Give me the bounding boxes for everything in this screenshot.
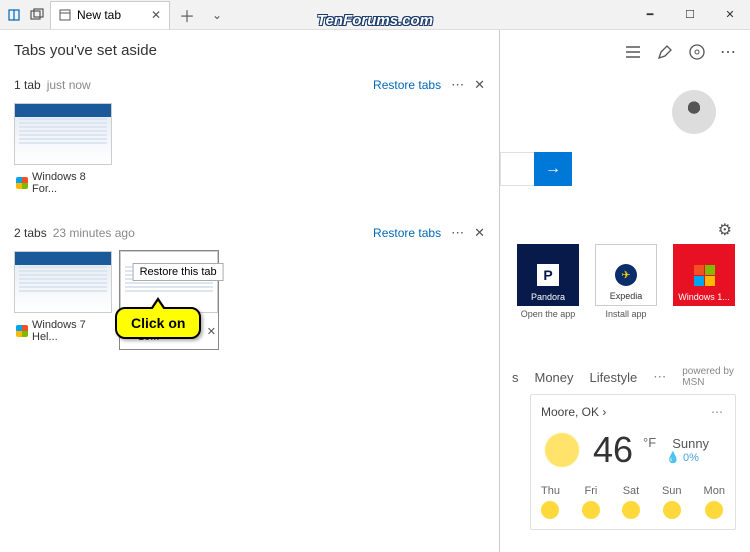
sun-icon	[663, 501, 681, 519]
gear-icon[interactable]: ⚙	[718, 220, 732, 240]
tile-windows10[interactable]: Windows 1...	[670, 244, 738, 319]
favicon-icon	[16, 177, 28, 189]
thumbnail-title: Windows 8 For...	[32, 171, 110, 195]
show-aside-tabs-icon[interactable]	[28, 6, 46, 24]
tile-label: Pandora	[531, 292, 565, 302]
window-maximize-button[interactable]: ☐	[670, 0, 710, 30]
group-time: just now	[47, 78, 91, 92]
forecast-day: Fri	[582, 485, 600, 519]
aside-panel-title: Tabs you've set aside	[14, 42, 485, 59]
tab-title: New tab	[77, 8, 121, 22]
new-tab-button[interactable]: ＋	[174, 2, 200, 28]
expedia-icon	[615, 264, 637, 286]
pandora-icon: P	[537, 264, 559, 286]
restore-tabs-link[interactable]: Restore tabs	[373, 226, 441, 240]
sun-icon	[705, 501, 723, 519]
thumbnail-title: Windows 7 Hel...	[32, 319, 110, 343]
weather-unit: °F	[643, 435, 656, 450]
sun-icon	[622, 501, 640, 519]
reading-list-icon[interactable]	[624, 43, 642, 61]
weather-card[interactable]: Moore, OK › ⋯ 46 °F Sunny 💧 0% Thu Fri S…	[530, 394, 736, 530]
tile-expedia[interactable]: Expedia Install app	[592, 244, 660, 319]
weather-precip: 💧 0%	[666, 451, 709, 464]
aside-group: 2 tabs 23 minutes ago Restore tabs ⋯ ✕ W…	[14, 225, 485, 349]
thumbnail-preview	[14, 103, 112, 165]
forecast-day: Sun	[662, 485, 682, 519]
more-icon[interactable]: ⋯	[720, 42, 736, 62]
aside-tab-thumbnail[interactable]: Windows 7 Hel...	[14, 251, 112, 349]
group-more-icon[interactable]: ⋯	[451, 225, 464, 241]
user-avatar[interactable]	[672, 90, 716, 134]
search-input[interactable]	[500, 152, 534, 186]
top-sites-tiles: P Pandora Open the app Expedia Install a…	[514, 244, 738, 319]
forecast-day: Mon	[704, 485, 725, 519]
feed-tab[interactable]: s	[512, 370, 519, 385]
instruction-callout: Click on	[115, 307, 201, 339]
tab-close-icon[interactable]: ✕	[151, 8, 161, 22]
weather-more-icon[interactable]: ⋯	[711, 405, 725, 419]
restore-tab-tooltip: Restore this tab	[133, 263, 224, 281]
group-count: 2 tabs	[14, 226, 47, 240]
feed-more-icon[interactable]: ⋯	[653, 369, 666, 385]
group-count: 1 tab	[14, 78, 41, 92]
browser-tab[interactable]: New tab ✕	[50, 1, 170, 29]
powered-by-label: powered by MSN	[682, 366, 738, 388]
forecast-day: Thu	[541, 485, 560, 519]
tile-label: Expedia	[610, 291, 643, 301]
window-close-button[interactable]: ✕	[710, 0, 750, 30]
tabs-aside-panel: Tabs you've set aside 1 tab just now Res…	[0, 30, 500, 552]
feed-tab[interactable]: Money	[535, 370, 574, 385]
set-aside-tabs-icon[interactable]	[6, 6, 24, 24]
sun-icon	[541, 429, 583, 471]
aside-tab-thumbnail[interactable]: Windows 8 For...	[14, 103, 112, 201]
new-tab-page: ⋯ → ⚙ P Pandora Open the app Expedia Ins…	[500, 30, 750, 552]
tile-label: Windows 1...	[678, 292, 730, 302]
group-time: 23 minutes ago	[53, 226, 135, 240]
share-icon[interactable]	[688, 43, 706, 61]
tile-sub: Open the app	[521, 309, 576, 319]
windows-icon	[694, 265, 715, 286]
group-more-icon[interactable]: ⋯	[451, 77, 464, 93]
tile-pandora[interactable]: P Pandora Open the app	[514, 244, 582, 319]
feed-tab[interactable]: Lifestyle	[590, 370, 638, 385]
callout-text: Click on	[115, 307, 201, 339]
tab-chevron-icon[interactable]: ⌄	[204, 2, 230, 28]
news-feed-tabs: s Money Lifestyle ⋯ powered by MSN	[512, 366, 738, 388]
weather-temp: 46	[593, 429, 633, 471]
thumbnail-preview	[120, 251, 218, 313]
weather-condition: Sunny	[672, 436, 709, 451]
window-titlebar: New tab ✕ ＋ ⌄ ━ ☐ ✕	[0, 0, 750, 30]
thumbnail-close-icon[interactable]: ✕	[207, 325, 216, 338]
search-button[interactable]: →	[534, 152, 572, 186]
thumbnail-preview	[14, 251, 112, 313]
window-minimize-button[interactable]: ━	[630, 0, 670, 30]
forecast-day: Sat	[622, 485, 640, 519]
weather-forecast: Thu Fri Sat Sun Mon	[541, 485, 725, 519]
sun-icon	[541, 501, 559, 519]
sun-icon	[582, 501, 600, 519]
restore-tabs-link[interactable]: Restore tabs	[373, 78, 441, 92]
tile-sub: Install app	[605, 309, 646, 319]
aside-group: 1 tab just now Restore tabs ⋯ ✕ Windows …	[14, 77, 485, 201]
group-close-icon[interactable]: ✕	[474, 225, 485, 241]
favicon-icon	[16, 325, 28, 337]
group-close-icon[interactable]: ✕	[474, 77, 485, 93]
edit-icon[interactable]	[656, 43, 674, 61]
tab-page-icon	[59, 9, 71, 21]
weather-location: Moore, OK ›	[541, 405, 606, 419]
